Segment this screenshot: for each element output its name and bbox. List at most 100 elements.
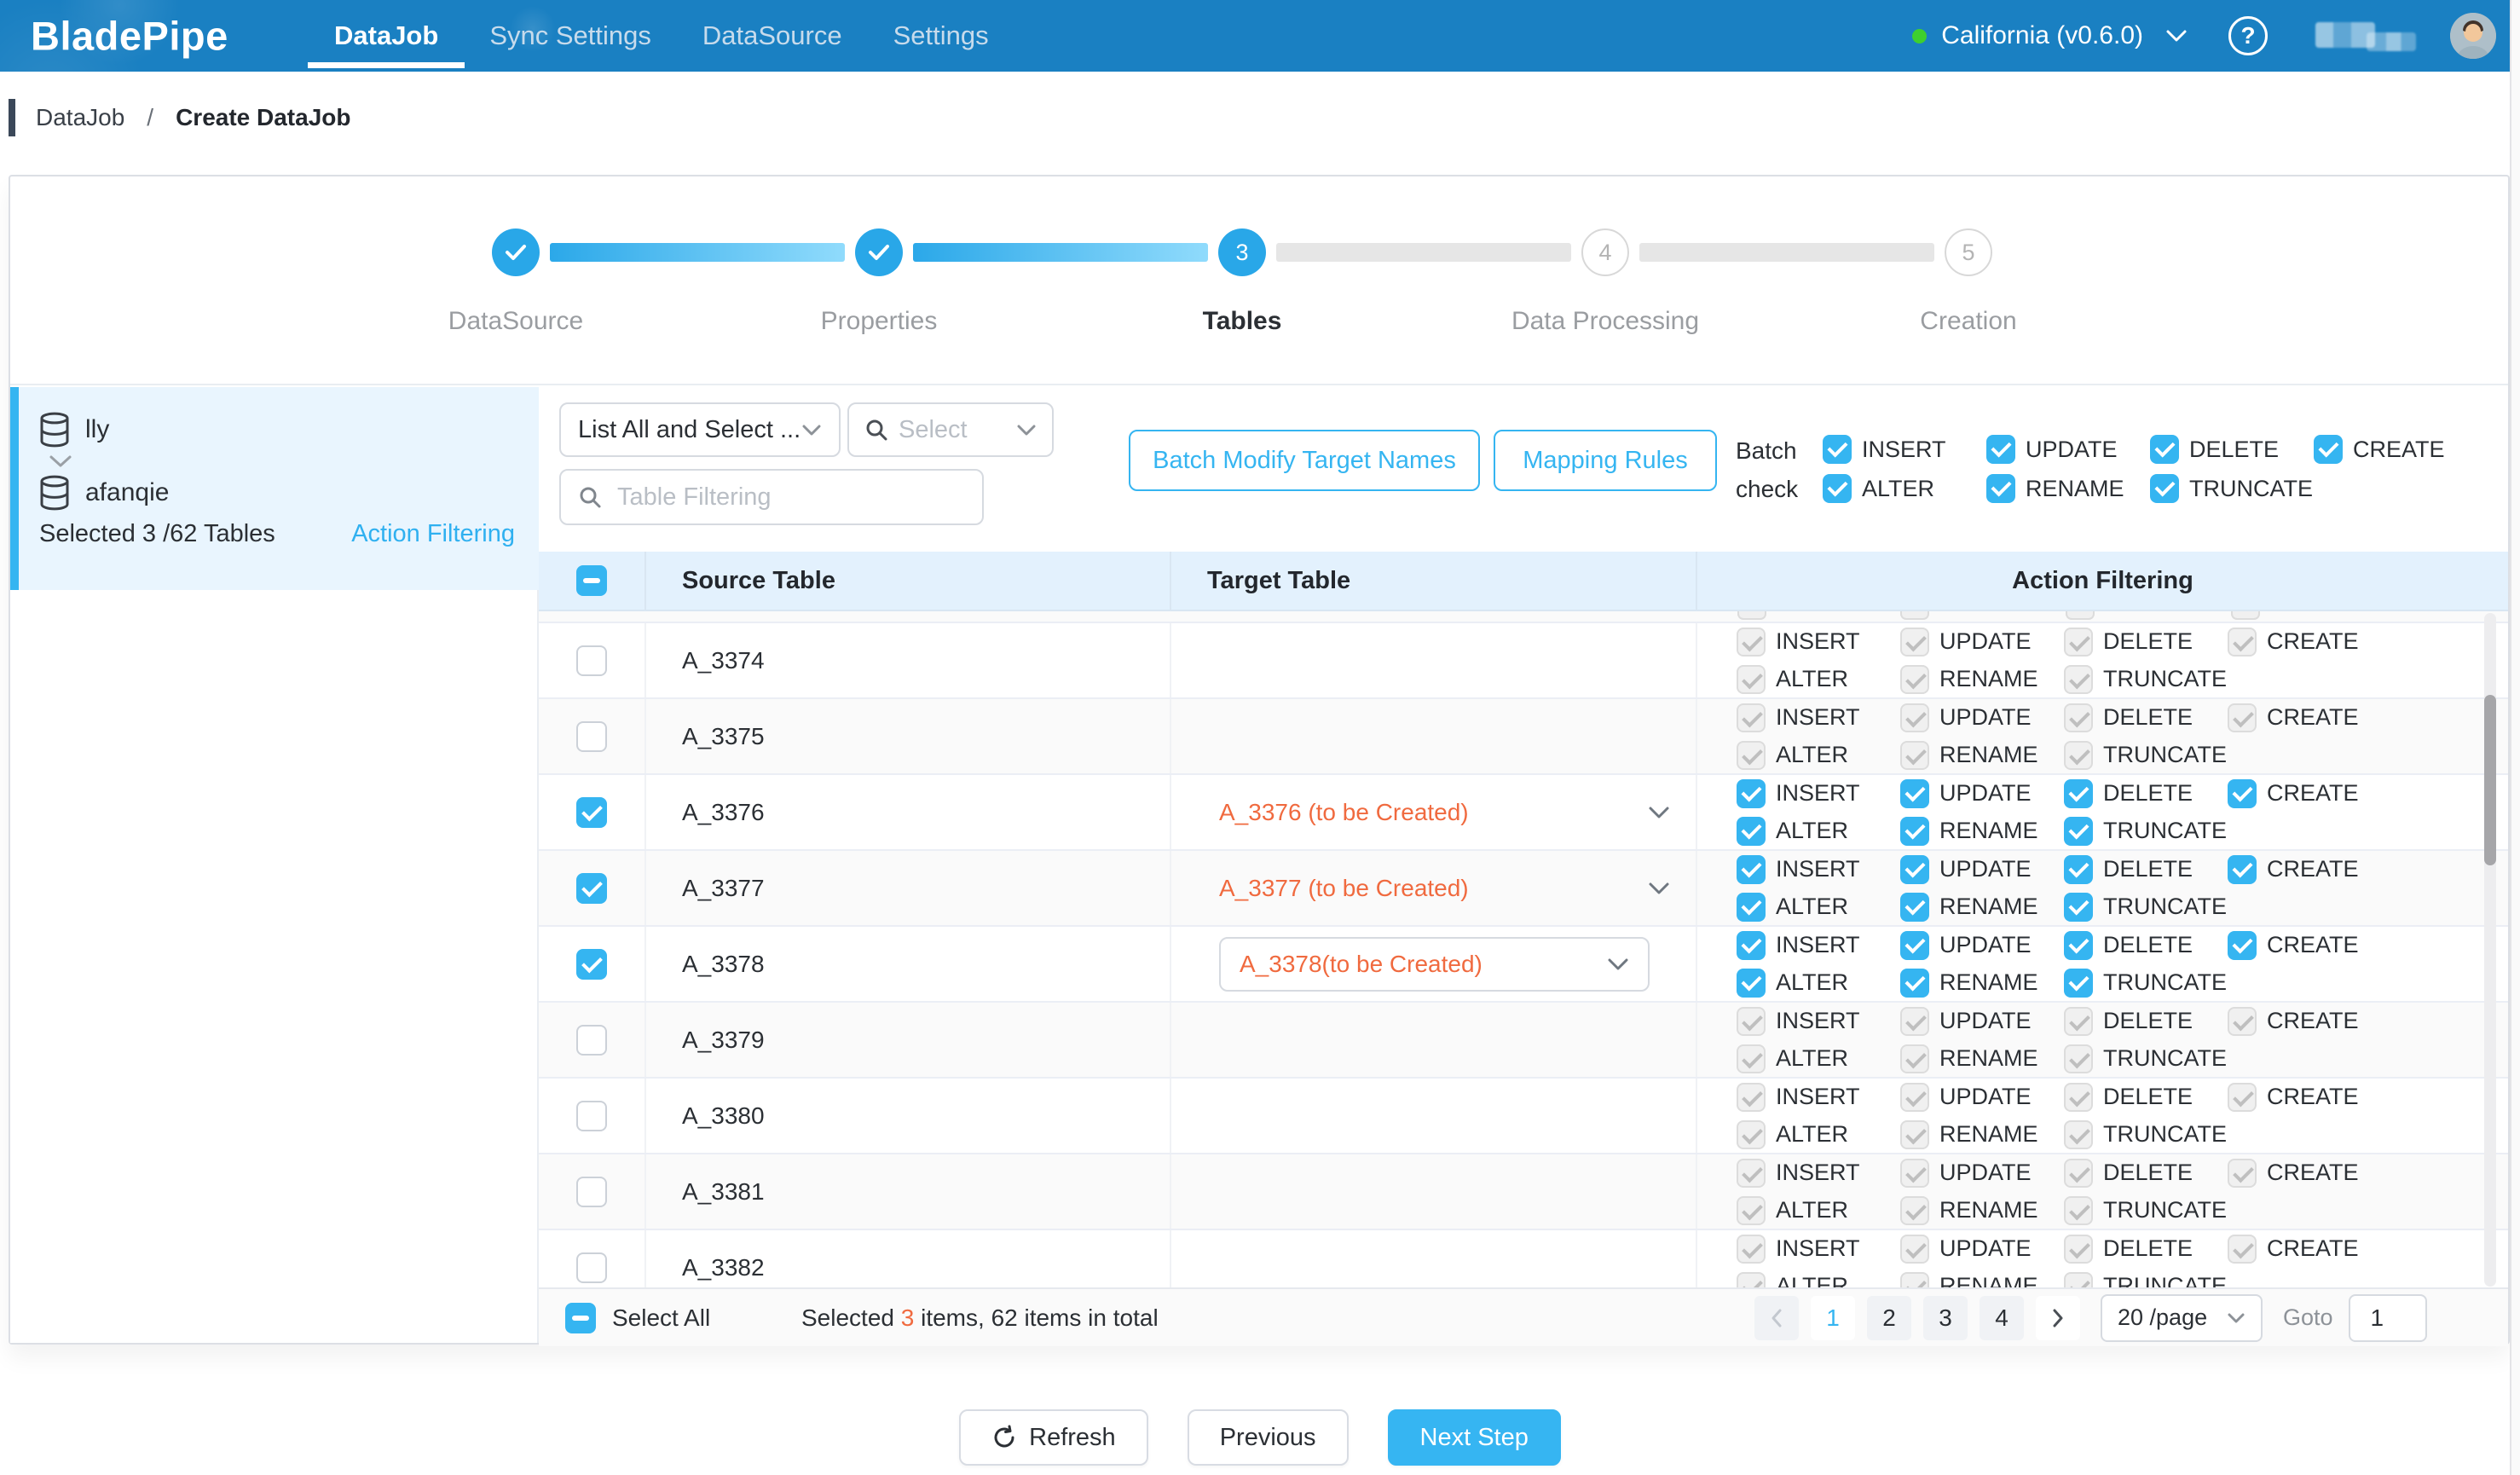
action-checkbox[interactable] xyxy=(2064,1272,2093,1288)
page-size-select[interactable]: 20 /page xyxy=(2101,1294,2263,1342)
mapping-rules-button[interactable]: Mapping Rules xyxy=(1494,430,1717,491)
brand-logo[interactable]: BladePipe xyxy=(31,13,228,60)
nav-item[interactable]: DataJob xyxy=(334,0,438,72)
action-checkbox[interactable] xyxy=(2228,628,2257,657)
list-mode-select[interactable]: List All and Select ... xyxy=(559,402,841,457)
action-filtering-link[interactable]: Action Filtering xyxy=(351,520,515,548)
source-datasource-row[interactable]: lly xyxy=(39,409,515,450)
target-table-select[interactable]: A_3378(to be Created) xyxy=(1219,937,1650,992)
action-checkbox[interactable] xyxy=(2228,779,2257,808)
page-number-button[interactable]: 2 xyxy=(1867,1296,1911,1340)
action-checkbox[interactable] xyxy=(1737,1159,1766,1188)
action-checkbox[interactable] xyxy=(2314,435,2343,464)
avatar[interactable] xyxy=(2450,13,2496,59)
action-checkbox[interactable] xyxy=(2228,703,2257,732)
row-checkbox[interactable] xyxy=(576,873,607,904)
action-checkbox[interactable] xyxy=(1737,893,1766,922)
action-checkbox[interactable] xyxy=(1900,893,1929,922)
action-checkbox[interactable] xyxy=(1737,1196,1766,1225)
goto-page-input[interactable] xyxy=(2349,1294,2427,1342)
row-checkbox[interactable] xyxy=(576,645,607,676)
action-checkbox[interactable] xyxy=(1737,665,1766,694)
action-checkbox[interactable] xyxy=(1737,703,1766,732)
action-checkbox[interactable] xyxy=(1900,1120,1929,1149)
action-checkbox[interactable] xyxy=(1823,435,1852,464)
action-checkbox[interactable] xyxy=(2064,628,2093,657)
action-checkbox[interactable] xyxy=(2228,1159,2257,1188)
column-select[interactable]: Select xyxy=(847,402,1054,457)
action-checkbox[interactable] xyxy=(2064,1196,2093,1225)
action-checkbox[interactable] xyxy=(2228,931,2257,960)
row-checkbox[interactable] xyxy=(576,721,607,752)
action-checkbox[interactable] xyxy=(1737,817,1766,846)
row-checkbox[interactable] xyxy=(576,949,607,980)
target-datasource-row[interactable]: afanqie xyxy=(39,472,515,513)
previous-button[interactable]: Previous xyxy=(1188,1409,1349,1466)
action-checkbox[interactable] xyxy=(2064,779,2093,808)
action-checkbox[interactable] xyxy=(2064,1235,2093,1264)
action-checkbox[interactable] xyxy=(2228,1083,2257,1112)
action-checkbox[interactable] xyxy=(1900,779,1929,808)
action-checkbox[interactable] xyxy=(2064,893,2093,922)
action-checkbox[interactable] xyxy=(1900,931,1929,960)
action-checkbox[interactable] xyxy=(1737,779,1766,808)
action-checkbox[interactable] xyxy=(1737,931,1766,960)
page-scrollbar[interactable] xyxy=(2510,0,2520,1475)
action-checkbox[interactable] xyxy=(1900,1159,1929,1188)
page-number-button[interactable]: 4 xyxy=(1980,1296,2024,1340)
breadcrumb-parent[interactable]: DataJob xyxy=(36,104,124,131)
action-checkbox[interactable] xyxy=(1737,741,1766,770)
action-checkbox[interactable] xyxy=(1900,1083,1929,1112)
action-checkbox[interactable] xyxy=(1986,474,2015,503)
action-checkbox[interactable] xyxy=(1900,665,1929,694)
row-checkbox[interactable] xyxy=(576,797,607,828)
row-checkbox[interactable] xyxy=(576,1252,607,1283)
chevron-down-icon[interactable] xyxy=(2165,29,2188,43)
action-checkbox[interactable] xyxy=(1900,1007,1929,1036)
nav-item[interactable]: Sync Settings xyxy=(489,0,651,72)
action-checkbox[interactable] xyxy=(1823,474,1852,503)
action-checkbox[interactable] xyxy=(1900,741,1929,770)
row-checkbox[interactable] xyxy=(576,1177,607,1207)
action-checkbox[interactable] xyxy=(1986,435,2015,464)
action-checkbox[interactable] xyxy=(2064,1120,2093,1149)
action-checkbox[interactable] xyxy=(2150,435,2179,464)
row-checkbox[interactable] xyxy=(576,1025,607,1056)
select-all-checkbox[interactable] xyxy=(565,1303,596,1333)
action-checkbox[interactable] xyxy=(1900,1235,1929,1264)
page-number-button[interactable]: 1 xyxy=(1811,1296,1855,1340)
action-checkbox[interactable] xyxy=(1900,628,1929,657)
select-all-header-checkbox[interactable] xyxy=(576,565,607,596)
action-checkbox[interactable] xyxy=(2064,665,2093,694)
action-checkbox[interactable] xyxy=(1900,1044,1929,1073)
action-checkbox[interactable] xyxy=(1737,855,1766,884)
action-checkbox[interactable] xyxy=(2064,1159,2093,1188)
action-checkbox[interactable] xyxy=(2064,1007,2093,1036)
row-checkbox[interactable] xyxy=(576,1101,607,1131)
action-checkbox[interactable] xyxy=(2064,741,2093,770)
target-table-select[interactable]: A_3377 (to be Created) xyxy=(1171,875,1696,902)
action-checkbox[interactable] xyxy=(1737,1272,1766,1288)
help-icon[interactable]: ? xyxy=(2228,16,2268,55)
table-filter-input[interactable] xyxy=(616,483,965,512)
action-checkbox[interactable] xyxy=(1900,703,1929,732)
page-number-button[interactable]: 3 xyxy=(1923,1296,1968,1340)
action-checkbox[interactable] xyxy=(2150,474,2179,503)
action-checkbox[interactable] xyxy=(2064,855,2093,884)
action-checkbox[interactable] xyxy=(1737,969,1766,998)
next-page-button[interactable] xyxy=(2036,1296,2080,1340)
action-checkbox[interactable] xyxy=(2228,855,2257,884)
action-checkbox[interactable] xyxy=(1737,1007,1766,1036)
action-checkbox[interactable] xyxy=(1900,1196,1929,1225)
action-checkbox[interactable] xyxy=(1737,1120,1766,1149)
action-checkbox[interactable] xyxy=(1900,817,1929,846)
action-checkbox[interactable] xyxy=(1737,1083,1766,1112)
action-checkbox[interactable] xyxy=(1737,1235,1766,1264)
action-checkbox[interactable] xyxy=(2064,931,2093,960)
table-scrollbar-thumb[interactable] xyxy=(2484,695,2496,865)
action-checkbox[interactable] xyxy=(1737,628,1766,657)
nav-item[interactable]: DataSource xyxy=(702,0,842,72)
action-checkbox[interactable] xyxy=(1737,1044,1766,1073)
action-checkbox[interactable] xyxy=(1900,1272,1929,1288)
action-checkbox[interactable] xyxy=(2064,817,2093,846)
